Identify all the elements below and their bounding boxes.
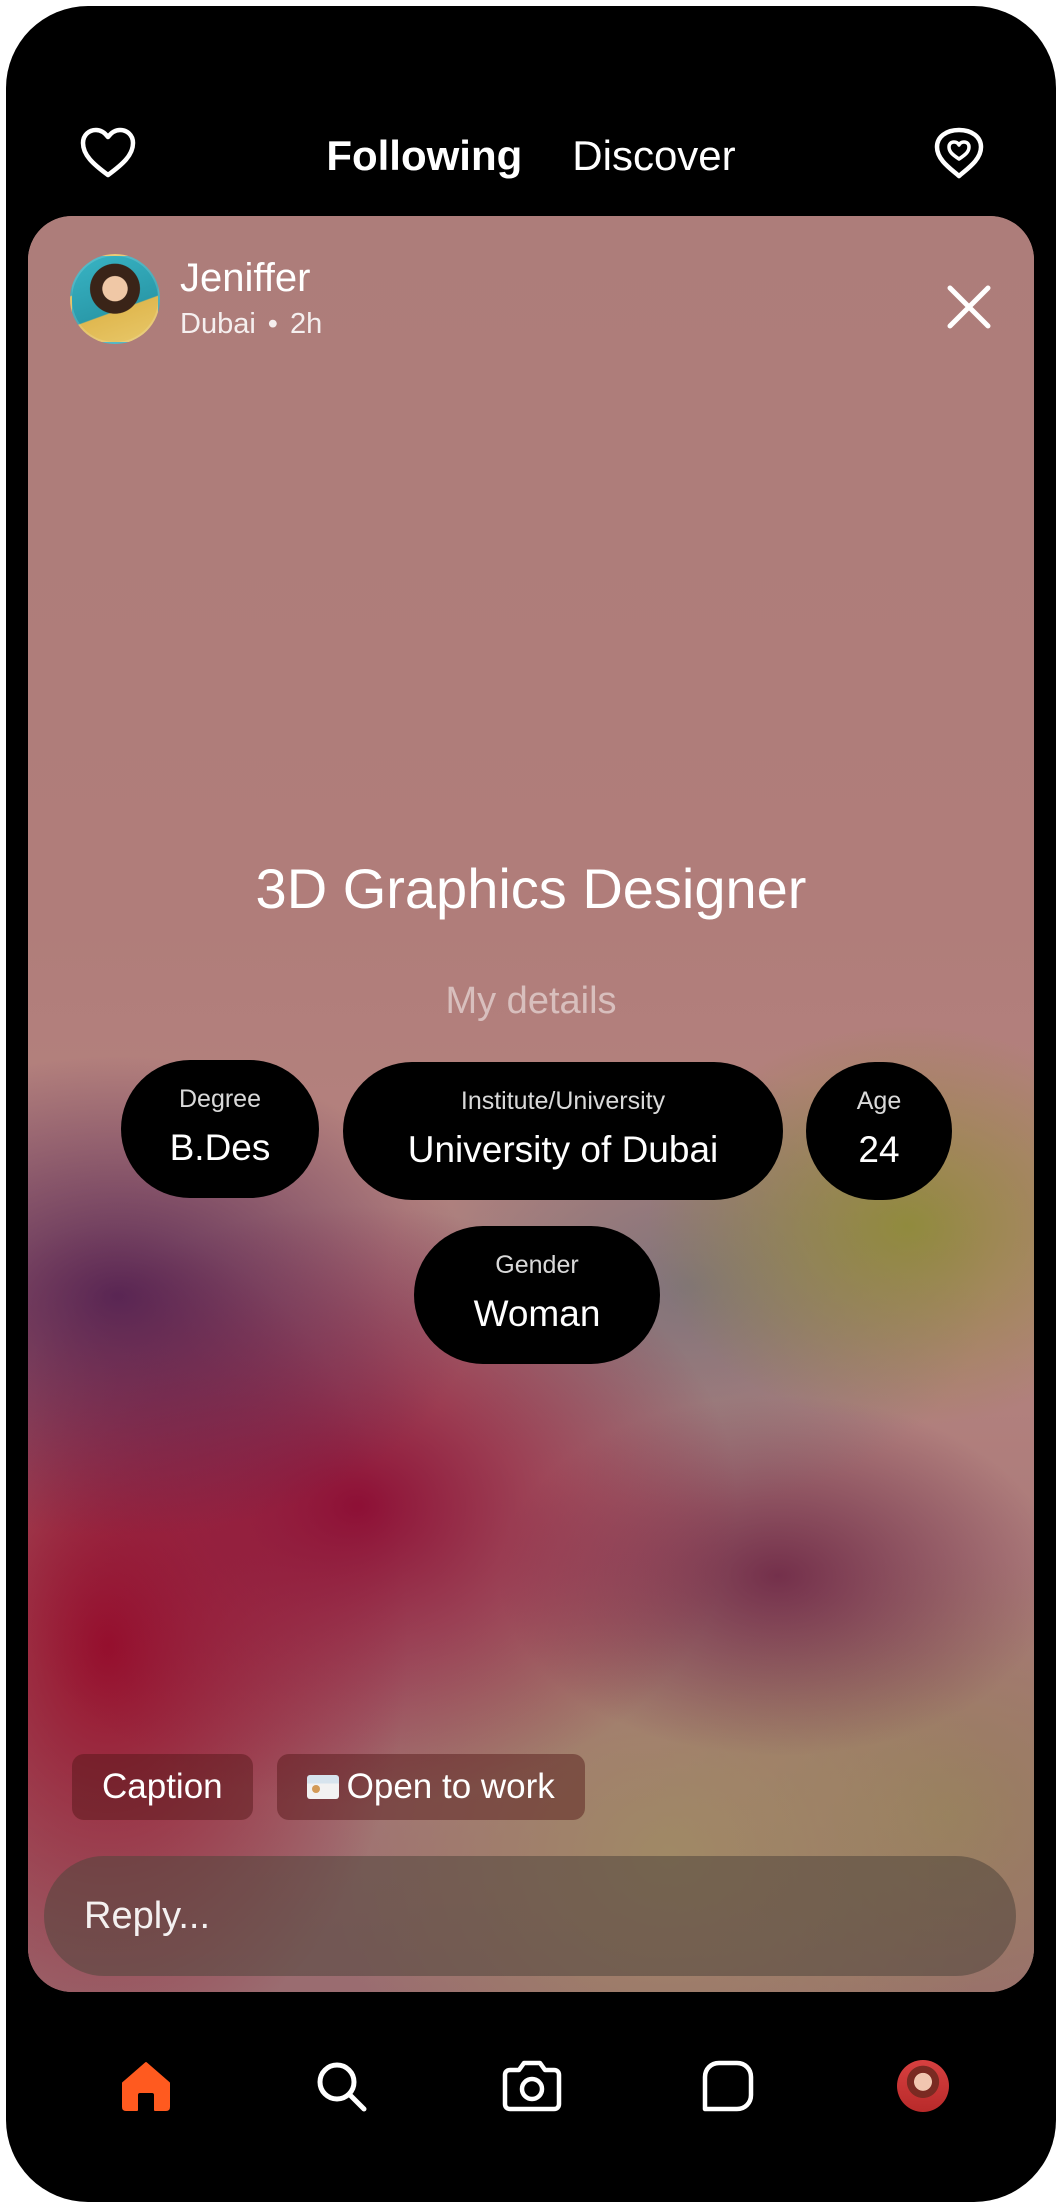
age-label: Age bbox=[856, 1087, 902, 1115]
institute-label: Institute/University bbox=[460, 1087, 666, 1115]
degree-label: Degree bbox=[179, 1085, 261, 1113]
degree-pill: Degree B.Des bbox=[121, 1060, 319, 1198]
profile-avatar-image bbox=[897, 2060, 949, 2112]
author-location: Dubai bbox=[180, 308, 256, 340]
open-to-work-label: Open to work bbox=[346, 1767, 555, 1806]
heart-pin-icon[interactable] bbox=[930, 124, 988, 182]
reply-bar[interactable] bbox=[44, 1856, 1016, 1976]
bottom-nav bbox=[6, 2036, 1056, 2136]
profile-avatar[interactable] bbox=[891, 2054, 955, 2118]
phone-frame: Following Discover Jeniffer Dubai • 2h 3… bbox=[6, 6, 1056, 2202]
age-pill: Age 24 bbox=[806, 1062, 952, 1200]
author-info: Jeniffer Dubai • 2h bbox=[180, 254, 322, 344]
institute-pill: Institute/University University of Dubai bbox=[343, 1062, 783, 1200]
chat-icon[interactable] bbox=[696, 2054, 760, 2118]
top-bar: Following Discover bbox=[6, 6, 1056, 216]
close-icon[interactable] bbox=[944, 282, 994, 332]
author-meta: Dubai • 2h bbox=[180, 304, 322, 344]
institute-value: University of Dubai bbox=[407, 1129, 719, 1170]
home-icon[interactable] bbox=[114, 2054, 178, 2118]
caption-tag-label: Caption bbox=[102, 1767, 223, 1806]
camera-icon[interactable] bbox=[500, 2054, 564, 2118]
id-card-icon bbox=[306, 1775, 339, 1799]
reply-input[interactable] bbox=[82, 1893, 1016, 1939]
meta-separator: • bbox=[267, 308, 278, 340]
gender-value: Woman bbox=[473, 1293, 601, 1334]
story-tags: Caption Open to work bbox=[72, 1754, 585, 1820]
degree-value: B.Des bbox=[169, 1127, 271, 1168]
tab-discover[interactable]: Discover bbox=[572, 130, 735, 182]
search-icon[interactable] bbox=[309, 2054, 373, 2118]
post-time: 2h bbox=[289, 308, 323, 340]
author-name: Jeniffer bbox=[180, 256, 311, 300]
open-to-work-tag[interactable]: Open to work bbox=[276, 1754, 585, 1820]
age-value: 24 bbox=[858, 1129, 900, 1170]
gender-pill: Gender Woman bbox=[414, 1226, 660, 1364]
author-header[interactable]: Jeniffer Dubai • 2h bbox=[70, 254, 322, 344]
story-card[interactable]: Jeniffer Dubai • 2h 3D Graphics Designer M… bbox=[28, 216, 1034, 1992]
tab-following[interactable]: Following bbox=[326, 130, 522, 182]
gender-label: Gender bbox=[495, 1251, 579, 1279]
feed-tabs: Following Discover bbox=[6, 130, 1056, 182]
caption-tag[interactable]: Caption bbox=[72, 1754, 253, 1820]
author-avatar[interactable] bbox=[70, 254, 160, 344]
details-heading: My details bbox=[445, 980, 617, 1022]
job-title: 3D Graphics Designer bbox=[255, 857, 807, 920]
